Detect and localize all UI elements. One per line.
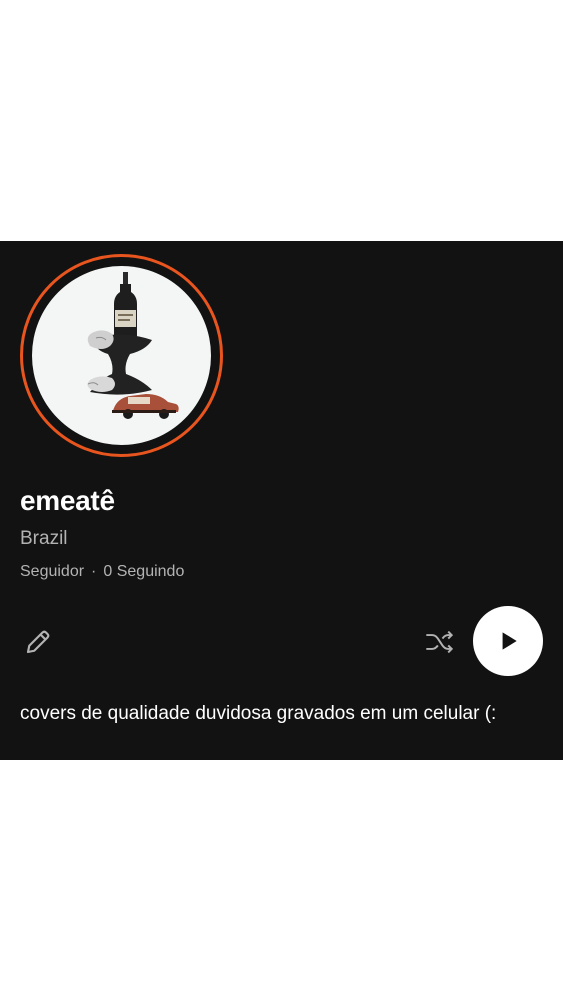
edit-profile-button[interactable]	[20, 624, 56, 660]
avatar-artwork	[87, 272, 179, 419]
profile-name: emeatê	[20, 485, 115, 516]
following-link[interactable]: 0 Seguindo	[103, 563, 184, 581]
shuffle-icon	[426, 630, 454, 654]
profile-header: emeatê Brazil Seguidor · 0 Seguindo cove…	[0, 241, 563, 760]
shuffle-button[interactable]	[420, 624, 458, 660]
profile-avatar	[32, 266, 211, 445]
profile-avatar-ring[interactable]	[20, 254, 223, 457]
pencil-icon	[26, 630, 50, 654]
stats-separator: ·	[91, 563, 97, 580]
profile-bio: covers de qualidade duvidosa gravados em…	[20, 703, 497, 724]
follow-stats: Seguidor · 0 Seguindo	[20, 563, 184, 581]
profile-country: Brazil	[20, 528, 68, 549]
followers-link[interactable]: Seguidor	[20, 563, 84, 581]
play-button[interactable]	[473, 606, 543, 676]
play-icon	[502, 632, 517, 650]
